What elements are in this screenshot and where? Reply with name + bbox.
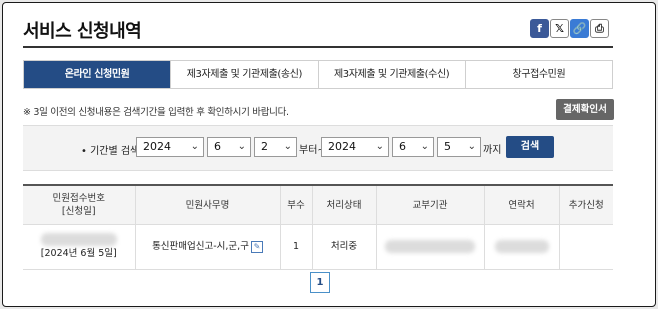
header-contact: 연락처 — [483, 184, 560, 225]
to-year-select[interactable]: 2024 ⌄ — [321, 137, 389, 157]
contact-cell — [483, 224, 560, 270]
chevron-down-icon: ⌄ — [237, 141, 246, 152]
notice-text: ※ 3일 이전의 신청내용은 검색기간을 입력한 후 확인하시기 바랍니다. — [23, 107, 289, 118]
title-divider — [23, 46, 613, 48]
chevron-down-icon: ⌄ — [420, 141, 429, 152]
application-table: 민원접수번호 [신청일] 민원사무명 부수 처리상태 교부기관 연락처 추가신청… — [23, 184, 613, 270]
from-month-select[interactable]: 6 ⌄ — [207, 137, 251, 157]
redacted-contact — [494, 240, 549, 253]
chevron-down-icon: ⌄ — [375, 141, 384, 152]
page-frame: 서비스 신청내역 f 𝕏 🔗 ⎙ 온라인 신청민원 제3자제출 및 기관제출(송… — [2, 2, 656, 307]
from-year-select[interactable]: 2024 ⌄ — [136, 137, 204, 157]
to-day-select[interactable]: 5 ⌄ — [437, 137, 481, 157]
edit-icon[interactable]: ✎ — [250, 240, 263, 253]
receipt-number-cell: [2024년 6월 5일] — [23, 224, 136, 270]
header-receipt-number: 민원접수번호 [신청일] — [23, 184, 136, 225]
additional-request-cell — [558, 224, 613, 270]
header-copies: 부수 — [279, 184, 313, 225]
status-cell: 처리중 — [311, 224, 377, 270]
copies-cell: 1 — [279, 224, 313, 270]
table-row: [2024년 6월 5일] 통신판매업신고-시,군,구 ✎ 1 처리중 — [23, 224, 613, 270]
service-name-cell[interactable]: 통신판매업신고-시,군,구 ✎ — [134, 224, 281, 270]
to-month-select[interactable]: 6 ⌄ — [392, 137, 434, 157]
x-icon[interactable]: 𝕏 — [550, 19, 569, 38]
tab-counter-applications[interactable]: 창구접수민원 — [464, 61, 612, 88]
table-header-row: 민원접수번호 [신청일] 민원사무명 부수 처리상태 교부기관 연락처 추가신청 — [23, 184, 613, 225]
tab-online-applications[interactable]: 온라인 신청민원 — [24, 61, 171, 88]
tab-bar: 온라인 신청민원 제3자제출 및 기관제출(송신) 제3자제출 및 기관제출(수… — [23, 60, 613, 89]
redacted-agency — [385, 240, 475, 253]
search-button[interactable]: 검색 — [506, 136, 554, 158]
facebook-icon[interactable]: f — [530, 19, 549, 38]
header-status: 처리상태 — [311, 184, 377, 225]
header-service-name: 민원사무명 — [134, 184, 281, 225]
header-issuing-agency: 교부기관 — [375, 184, 485, 225]
from-day-select[interactable]: 2 ⌄ — [254, 137, 297, 157]
chevron-down-icon: ⌄ — [283, 141, 292, 152]
period-search-panel: • 기간별 검색 2024 ⌄ 6 ⌄ 2 ⌄ 부터~ 2024 ⌄ 6 ⌄ 5 ⌄ 까지 … — [23, 125, 613, 171]
chevron-down-icon: ⌄ — [467, 141, 476, 152]
pagination-page-1[interactable]: 1 — [310, 272, 330, 293]
application-date: [2024년 6월 5일] — [40, 248, 117, 259]
service-name[interactable]: 통신판매업신고-시,군,구 — [152, 241, 249, 252]
redacted-receipt-number — [40, 233, 117, 246]
header-additional-request: 추가신청 — [558, 184, 613, 225]
print-icon[interactable]: ⎙ — [590, 19, 609, 38]
period-search-label: • 기간별 검색 — [81, 146, 140, 157]
chevron-down-icon: ⌄ — [190, 141, 199, 152]
link-icon[interactable]: 🔗 — [570, 19, 589, 38]
payment-confirmation-button[interactable]: 결제확인서 — [556, 99, 614, 120]
issuing-agency-cell — [375, 224, 485, 270]
page-title: 서비스 신청내역 — [23, 21, 142, 42]
tab-third-party-received[interactable]: 제3자제출 및 기관제출(수신) — [317, 61, 465, 88]
to-suffix: 까지 — [483, 145, 502, 156]
tab-third-party-sent[interactable]: 제3자제출 및 기관제출(송신) — [170, 61, 318, 88]
